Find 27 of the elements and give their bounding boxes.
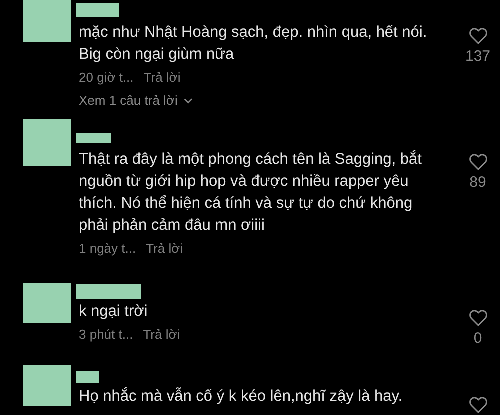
heart-icon[interactable] xyxy=(468,309,488,327)
reply-link[interactable]: Trả lời xyxy=(144,69,181,87)
comment-text: Thật ra đây là một phong cách tên là Sagging, bắt nguồn từ giới hip hop và được nhiều rapper yêu thích. Nó thể hiện cá tính và sự tự do chứ không phải phản cảm đâu mn ơiiii xyxy=(78,150,423,236)
comment-time: 20 giờ t... xyxy=(79,69,134,87)
view-replies-button[interactable]: Xem 1 câu trả lời xyxy=(76,92,193,110)
comment-time: 1 ngày t... xyxy=(79,240,136,258)
reply-link[interactable]: Trả lời xyxy=(146,240,184,258)
like-count: 89 xyxy=(470,173,486,193)
redacted-avatar xyxy=(23,119,71,166)
reply-link[interactable]: Trả lời xyxy=(143,326,180,344)
comment-text: mặc như Nhật Hoàng sạch, đẹp. nhìn qua, hết nói. Big còn ngại giùm nữa xyxy=(78,23,428,65)
like-count: 137 xyxy=(465,47,491,67)
comment-time: 3 phút t... xyxy=(79,326,134,344)
heart-icon[interactable] xyxy=(468,153,488,171)
redacted-username xyxy=(76,284,141,299)
redacted-username xyxy=(76,3,119,17)
redacted-username xyxy=(76,133,111,143)
heart-icon[interactable] xyxy=(468,396,488,414)
like-count: 0 xyxy=(474,329,482,349)
redacted-username xyxy=(76,371,99,383)
redacted-avatar xyxy=(23,283,71,323)
redacted-avatar xyxy=(23,0,71,42)
chevron-down-icon xyxy=(184,98,193,104)
heart-icon[interactable] xyxy=(468,27,488,45)
redacted-avatar xyxy=(23,365,71,406)
comment-text: k ngại trời xyxy=(78,302,149,322)
comment-text: Họ nhắc mà vẫn cố ý k kéo lên,nghĩ zậy là hay. xyxy=(78,386,404,407)
